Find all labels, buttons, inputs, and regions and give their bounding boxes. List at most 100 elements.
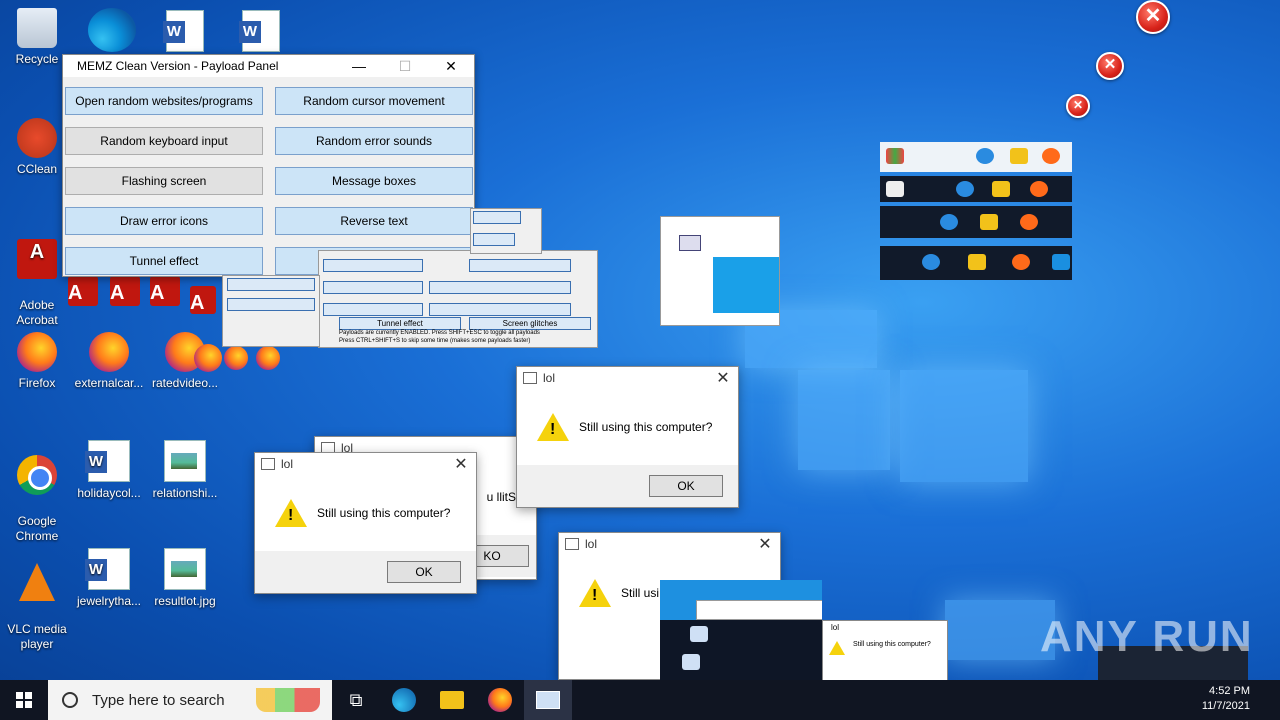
flask-icon xyxy=(256,688,320,712)
desktop-icon-label: Google Chrome xyxy=(15,514,59,543)
app-icon xyxy=(261,458,275,470)
warning-icon xyxy=(275,499,307,527)
close-icon[interactable]: ✕ xyxy=(446,454,476,474)
payload-message-boxes-button[interactable]: Message boxes xyxy=(275,167,473,195)
anyrun-watermark: ANY RUN xyxy=(1040,612,1254,661)
message-box-dialog[interactable]: lol ✕ Still using this computer? OK xyxy=(516,366,739,508)
message-box-dialog[interactable]: lol ✕ Still using this computer? OK xyxy=(254,452,477,594)
dialog-title-bar[interactable]: lol ✕ xyxy=(517,367,738,389)
desktop-icon-label: VLC media player xyxy=(7,622,67,651)
desktop-icon-holidaycol[interactable]: holidaycol... xyxy=(72,440,146,501)
image-file-icon xyxy=(164,548,206,590)
memz-panel-tunnel-copy xyxy=(222,275,320,347)
memz-window-title: MEMZ Clean Version - Payload Panel xyxy=(77,59,279,73)
memz-title-bar[interactable]: MEMZ Clean Version - Payload Panel — ☐ ✕ xyxy=(63,55,474,77)
ghost-status-line: Payloads are currently ENABLED. Press SH… xyxy=(339,330,540,336)
minimize-button[interactable]: — xyxy=(336,58,382,74)
payload-flashing-screen-button[interactable]: Flashing screen xyxy=(65,167,263,195)
close-icon[interactable]: ✕ xyxy=(750,534,780,554)
image-file-icon xyxy=(164,440,206,482)
desktop-icon-label: holidaycol... xyxy=(77,486,141,500)
taskbar: Type here to search ⧉ 4:52 PM 11/7/2021 xyxy=(0,680,1280,720)
desktop-icon-label: ratedvideo... xyxy=(151,376,219,390)
desktop-icon-jewelrytha[interactable]: jewelrytha... xyxy=(72,548,146,609)
mini-dialog-title: lol xyxy=(831,623,840,632)
ghost-tunnel-effect: Tunnel effect xyxy=(339,317,461,330)
close-button[interactable]: ✕ xyxy=(428,58,474,75)
dialog-message: Still using this computer? xyxy=(579,420,713,434)
payload-tunnel-effect-button[interactable]: Tunnel effect xyxy=(65,247,263,275)
clock-time: 4:52 PM xyxy=(1209,685,1250,697)
firefox-icon xyxy=(224,346,248,370)
word-document-icon[interactable] xyxy=(163,10,204,52)
search-box[interactable]: Type here to search xyxy=(48,680,332,720)
word-document-icon[interactable] xyxy=(239,10,280,52)
file-explorer-icon[interactable] xyxy=(428,680,476,720)
ccleaner-icon xyxy=(17,118,57,158)
payload-reverse-text-button[interactable]: Reverse text xyxy=(275,207,473,235)
maximize-button[interactable]: ☐ xyxy=(382,58,428,75)
glitched-taskbar-strip xyxy=(880,206,1072,238)
dialog-title-bar[interactable]: lol ✕ xyxy=(255,453,476,475)
windows-logo-pane xyxy=(798,370,890,470)
glitched-taskbar-strip xyxy=(880,246,1072,280)
desktop-icon-vlc[interactable]: VLC media player xyxy=(0,548,74,667)
firefox-icon xyxy=(194,344,222,372)
ok-button[interactable]: OK xyxy=(387,561,461,583)
dialog-title: lol xyxy=(281,457,294,471)
warning-icon xyxy=(579,579,611,607)
recycle-bin-icon xyxy=(17,8,57,48)
firefox-icon xyxy=(89,332,129,372)
desktop-icon-label: resultlot.jpg xyxy=(154,594,216,608)
task-view-icon[interactable]: ⧉ xyxy=(332,680,380,720)
dialog-title: lol xyxy=(585,537,598,551)
ghost-status-line: Press CTRL+SHIFT+S to skip some time (ma… xyxy=(339,338,531,344)
windows-logo-pane xyxy=(945,600,1055,660)
memz-taskbar-icon[interactable] xyxy=(524,680,572,720)
glitch-window-fragment xyxy=(660,216,780,326)
error-icon: ✕ xyxy=(1136,0,1170,34)
dialog-title-bar[interactable]: lol ✕ xyxy=(559,533,780,555)
payload-random-error-sounds-button[interactable]: Random error sounds xyxy=(275,127,473,155)
system-tray[interactable]: 4:52 PM 11/7/2021 xyxy=(1098,680,1280,720)
mini-dialog-message: Still using this computer? xyxy=(853,641,931,648)
desktop-icon-resultlot[interactable]: resultlot.jpg xyxy=(148,548,222,609)
ghost-message: u llitS xyxy=(486,490,516,504)
memz-panel-tunnel-copy xyxy=(470,208,542,254)
desktop-icon-firefox[interactable]: Firefox xyxy=(0,332,74,391)
desktop-icon-label: Adobe Acrobat xyxy=(16,298,58,327)
start-button[interactable] xyxy=(0,680,48,720)
edge-icon[interactable] xyxy=(88,8,136,52)
desktop-icon-label: Firefox xyxy=(18,376,56,390)
payload-random-keyboard-button[interactable]: Random keyboard input xyxy=(65,127,263,155)
error-icon: ✕ xyxy=(1066,94,1090,118)
app-icon xyxy=(565,538,579,550)
firefox-taskbar-icon[interactable] xyxy=(476,680,524,720)
search-icon xyxy=(62,692,78,708)
firefox-icon xyxy=(17,332,57,372)
desktop-icon-externalcar[interactable]: externalcar... xyxy=(72,332,146,391)
search-placeholder: Type here to search xyxy=(92,691,225,709)
desktop-icon-relationshi[interactable]: relationshi... xyxy=(148,440,222,501)
memz-panel-tunnel-copy: Tunnel effect Screen glitches Payloads a… xyxy=(318,250,598,348)
word-document-icon xyxy=(85,440,130,482)
desktop-icon-label: externalcar... xyxy=(74,376,144,390)
acrobat-icon xyxy=(190,286,216,315)
windows-logo-pane xyxy=(900,370,1028,482)
dialog-message: Still using this computer? xyxy=(317,506,451,520)
desktop-icon-google-chrome[interactable]: Google Chrome xyxy=(0,440,74,559)
desktop-icon-label: jewelrytha... xyxy=(76,594,142,608)
edge-taskbar-icon[interactable] xyxy=(380,680,428,720)
payload-random-cursor-button[interactable]: Random cursor movement xyxy=(275,87,473,115)
app-icon xyxy=(523,372,537,384)
firefox-icon xyxy=(256,346,280,370)
word-document-icon xyxy=(85,548,130,590)
close-icon[interactable]: ✕ xyxy=(708,368,738,388)
memz-payload-panel[interactable]: MEMZ Clean Version - Payload Panel — ☐ ✕… xyxy=(62,54,475,277)
glitched-taskbar-strip xyxy=(880,176,1072,202)
ok-button[interactable]: OK xyxy=(649,475,723,497)
error-icon: ✕ xyxy=(1096,52,1124,80)
payload-open-random-websites-button[interactable]: Open random websites/programs xyxy=(65,87,263,115)
clock-date: 11/7/2021 xyxy=(1201,700,1250,712)
payload-draw-error-icons-button[interactable]: Draw error icons xyxy=(65,207,263,235)
